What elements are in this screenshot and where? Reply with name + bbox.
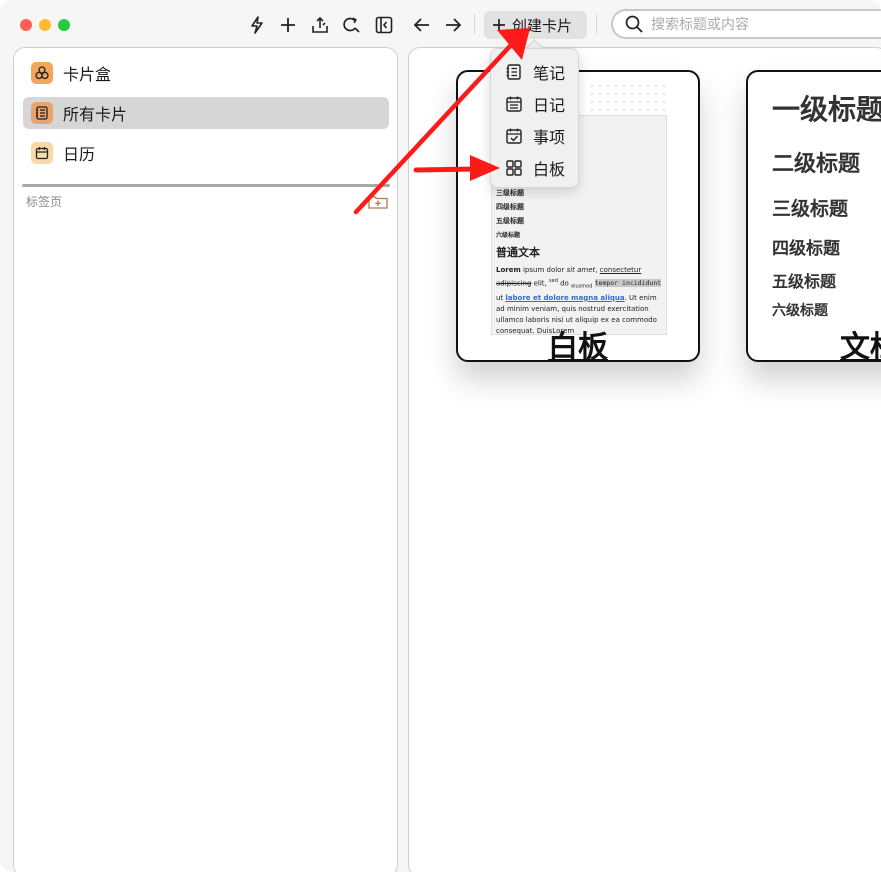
back-button[interactable] — [409, 12, 435, 38]
sidebar-item-card-box[interactable]: 卡片盒 — [23, 57, 389, 89]
preview-italic-text: sit amet — [566, 266, 596, 274]
forward-button[interactable] — [440, 12, 466, 38]
preview-h3: 三级标题 — [496, 189, 524, 197]
preview-sup-text: sed — [549, 278, 558, 284]
cards-box-icon — [31, 62, 53, 84]
heading-h3: 三级标题 — [772, 198, 849, 220]
tab-section-label: 标签页 — [26, 195, 63, 209]
search-refresh-icon — [343, 17, 360, 33]
heading-h4: 四级标题 — [772, 239, 840, 259]
preview-text: do — [557, 279, 572, 288]
menu-item-label: 日记 — [533, 96, 566, 115]
refresh-search-button[interactable] — [338, 12, 364, 38]
upload-tray-icon — [312, 16, 328, 33]
notebook-icon — [31, 102, 53, 124]
sidebar-item-label: 日历 — [63, 145, 96, 164]
add-folder-icon — [368, 196, 388, 209]
lightning-icon — [251, 16, 263, 34]
menu-item-whiteboard[interactable]: 白板 — [505, 156, 565, 180]
sidebar-item-calendar[interactable]: 日历 — [23, 137, 389, 169]
task-icon — [506, 128, 522, 144]
arrow-right-icon — [446, 18, 461, 32]
zoom-window-button[interactable] — [58, 19, 70, 31]
preview-h4: 四级标题 — [496, 203, 524, 211]
preview-h5: 五级标题 — [496, 217, 524, 225]
sidebar: 卡片盒 所有卡片 日历 标签页 — [13, 47, 398, 872]
card-title: 文档 — [840, 330, 881, 362]
preview-sub-text: eiusmod — [571, 283, 593, 290]
sidebar-item-label: 卡片盒 — [63, 65, 112, 84]
preview-strike-text: adipiscing — [496, 279, 532, 288]
create-card-label: 创建卡片 — [512, 16, 573, 35]
plus-icon — [281, 18, 295, 32]
add-tab-button[interactable] — [368, 194, 388, 209]
preview-h6: 六级标题 — [496, 232, 521, 239]
preview-text: ipsum dolor — [520, 266, 567, 274]
add-button[interactable] — [275, 12, 301, 38]
preview-text: elit, — [531, 279, 550, 288]
sidebar-divider — [22, 184, 390, 187]
calendar-icon — [31, 142, 53, 164]
sidebar-item-all-cards[interactable]: 所有卡片 — [23, 97, 389, 129]
preview-code-text: tempor incididunt — [594, 279, 662, 288]
note-icon — [506, 64, 521, 80]
sidebar-toggle-icon — [375, 16, 393, 34]
heading-h2: 二级标题 — [772, 152, 861, 177]
card-title: 白板 — [548, 330, 608, 362]
menu-item-label: 白板 — [533, 160, 566, 179]
menu-item-label: 笔记 — [533, 64, 566, 83]
search-field[interactable]: 搜索标题或内容 — [611, 9, 881, 39]
menu-item-diary[interactable]: 日记 — [505, 92, 565, 116]
heading-h1: 一级标题 — [772, 93, 881, 126]
diary-icon — [506, 96, 522, 112]
menu-item-label: 事项 — [533, 128, 566, 147]
preview-bold-text: Lorem — [496, 266, 521, 274]
toolbar-divider — [474, 14, 475, 34]
card-grid: 档 三级标题 四级标题 五级标题 六级标题 普通文本 Lorem ipsum d… — [408, 47, 881, 872]
heading-h6: 六级标题 — [772, 303, 828, 319]
menu-item-task[interactable]: 事项 — [505, 124, 565, 148]
preview-body-heading: 普通文本 — [496, 246, 540, 259]
sidebar-item-label: 所有卡片 — [63, 105, 128, 124]
import-button[interactable] — [307, 12, 333, 38]
preview-link-text: labore et dolore magna aliqua — [505, 293, 625, 302]
toggle-sidebar-button[interactable] — [371, 12, 397, 38]
grid-dots — [588, 82, 668, 112]
toolbar-divider — [596, 14, 597, 34]
close-window-button[interactable] — [20, 19, 32, 31]
preview-underline-text: consectetur — [599, 266, 642, 274]
card-document[interactable]: 一级标题 二级标题 三级标题 四级标题 五级标题 六级标题 文档 — [746, 70, 881, 362]
heading-h5: 五级标题 — [772, 272, 837, 291]
create-card-menu: 笔记 日记 事项 白板 — [490, 48, 579, 188]
preview-text: ut — [496, 293, 506, 302]
create-card-button[interactable]: 创建卡片 — [484, 11, 587, 39]
title-bar: 创建卡片 搜索标题或内容 — [0, 0, 881, 48]
plus-icon — [492, 18, 506, 32]
app-window: 创建卡片 搜索标题或内容 卡片盒 所有卡片 日历 标签页 三级标题 四级标题 五… — [0, 0, 881, 872]
quick-capture-button[interactable] — [244, 12, 270, 38]
whiteboard-icon — [506, 160, 522, 176]
arrow-left-icon — [414, 18, 429, 32]
menu-item-note[interactable]: 笔记 — [505, 60, 565, 84]
minimize-window-button[interactable] — [39, 19, 51, 31]
search-placeholder: 搜索标题或内容 — [651, 17, 749, 33]
search-icon — [625, 15, 643, 33]
